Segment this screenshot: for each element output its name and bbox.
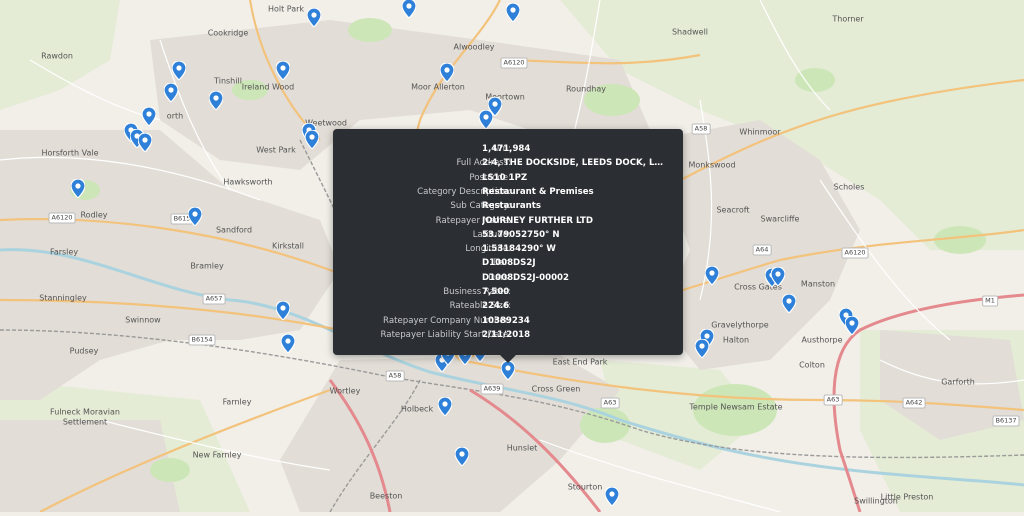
- road-number-shield: A6120: [841, 247, 869, 259]
- popup-pointer-arrow: [499, 354, 517, 363]
- popup-field-value: JOURNEY FURTHER LTD: [482, 215, 594, 226]
- map-pin-icon[interactable]: [305, 130, 319, 149]
- map-pin-icon[interactable]: [782, 294, 796, 313]
- popup-field-value: 224.6: [482, 301, 510, 312]
- map-pin-icon[interactable]: [455, 447, 469, 466]
- road-number-shield: M1: [982, 295, 998, 307]
- popup-row: Dar: D1008DS2J: [333, 256, 683, 270]
- road-number-shield: A6120: [48, 212, 76, 224]
- map-pin-icon[interactable]: [276, 301, 290, 320]
- popup-row: Longitude: 1.53184290° W: [333, 242, 683, 256]
- popup-field-value: 1,471,984: [482, 144, 531, 154]
- road-number-shield: A639: [480, 383, 504, 395]
- map-pin-icon[interactable]: [71, 179, 85, 198]
- map-pin-icon[interactable]: [142, 107, 156, 126]
- popup-row: Urn: 1,471,984: [333, 142, 683, 156]
- map-pin-icon[interactable]: [281, 334, 295, 353]
- popup-row: Ratepayer Liability Start Date: 2/11/2018: [333, 328, 683, 342]
- road-number-shield: B6154: [188, 334, 216, 346]
- map-pin-icon[interactable]: [506, 3, 520, 22]
- popup-field-value: D1008DS2J-00002: [482, 272, 570, 283]
- popup-field-value: Restaurant & Premises: [482, 186, 594, 197]
- property-info-popup: Urn: 1,471,984 Full Address: 2-4, THE DOCKS…: [333, 129, 683, 363]
- popup-field-value: Restaurants: [482, 201, 541, 212]
- map-pin-icon[interactable]: [209, 91, 223, 110]
- road-number-shield: A58: [385, 370, 405, 382]
- popup-field-value: 7,500: [482, 287, 510, 297]
- popup-row: Dars: D1008DS2J-00002: [333, 271, 683, 285]
- popup-field-value: 10389234: [482, 315, 530, 326]
- road-number-shield: A63: [600, 397, 620, 409]
- road-number-shield: A64: [752, 244, 772, 256]
- road-number-shield: A6120: [500, 57, 528, 69]
- map-pin-icon[interactable]: [172, 61, 186, 80]
- map-pin-icon[interactable]: [440, 63, 454, 82]
- map-pin-icon[interactable]: [188, 207, 202, 226]
- map-pin-icon[interactable]: [845, 316, 859, 335]
- map-pin-icon[interactable]: [276, 61, 290, 80]
- popup-field-value: LS10 1PZ: [482, 172, 528, 183]
- map-pin-icon[interactable]: [138, 133, 152, 152]
- popup-field-value: 2-4, THE DOCKSIDE, LEEDS DOCK, LEEDS...: [482, 158, 664, 169]
- map-pin-icon[interactable]: [771, 267, 785, 286]
- map-pin-icon[interactable]: [605, 487, 619, 506]
- popup-field-value: D1008DS2J: [482, 258, 536, 269]
- popup-row: Ratepayer Company Number: 10389234: [333, 314, 683, 328]
- map-pin-icon[interactable]: [695, 339, 709, 358]
- popup-row: Latitude: 53.79052750° N: [333, 228, 683, 242]
- popup-row: Postcode: LS10 1PZ: [333, 171, 683, 185]
- road-number-shield: A642: [902, 397, 926, 409]
- popup-row: Rateable Size: 224.6: [333, 299, 683, 313]
- popup-field-value: 2/11/2018: [482, 329, 531, 340]
- map-pin-icon[interactable]: [307, 8, 321, 27]
- road-number-shield: B6137: [992, 415, 1020, 427]
- map-pin-icon[interactable]: [402, 0, 416, 18]
- popup-row: Sub Category: Restaurants: [333, 199, 683, 213]
- map-pin-icon[interactable]: [705, 266, 719, 285]
- popup-row: Category Description: Restaurant & Premis…: [333, 185, 683, 199]
- road-number-shield: A63: [823, 394, 843, 406]
- popup-row: Business Rates: 7,500: [333, 285, 683, 299]
- popup-field-value: 1.53184290° W: [482, 244, 556, 255]
- road-number-shield: A58: [691, 123, 711, 135]
- map-pin-icon[interactable]: [479, 110, 493, 129]
- popup-row: Full Address: 2-4, THE DOCKSIDE, LEEDS DO…: [333, 156, 683, 170]
- map-pin-icon[interactable]: [501, 361, 515, 380]
- road-number-shield: A657: [202, 293, 226, 305]
- popup-field-value: 53.79052750° N: [482, 229, 560, 240]
- popup-row: Ratepayer Name: JOURNEY FURTHER LTD: [333, 214, 683, 228]
- map-pin-icon[interactable]: [438, 397, 452, 416]
- map-pin-icon[interactable]: [164, 83, 178, 102]
